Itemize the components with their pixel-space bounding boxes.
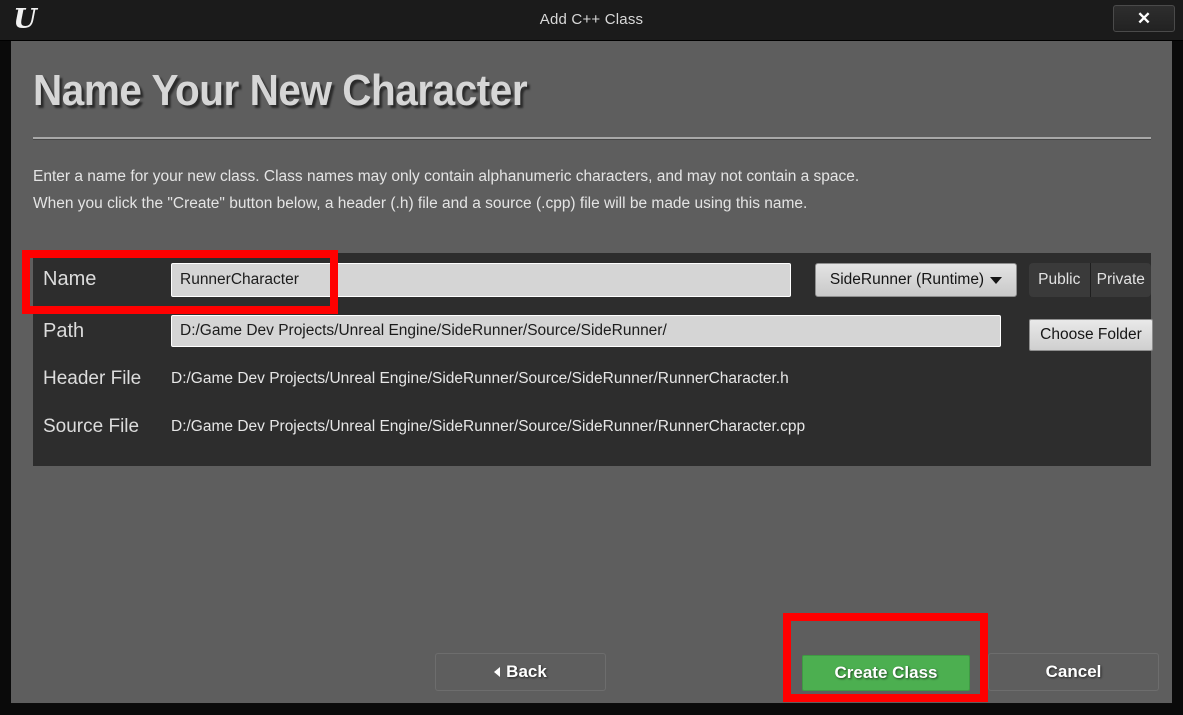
source-file-label: Source File [43, 416, 140, 437]
page-title: Name Your New Character [33, 66, 528, 115]
header-file-label: Header File [43, 368, 142, 389]
back-button-label: Back [506, 662, 547, 681]
description-line-2: When you click the "Create" button below… [33, 195, 808, 212]
class-form-panel: Name RunnerCharacter SideRunner (Runtime… [33, 253, 1153, 466]
access-public-button[interactable]: Public [1029, 263, 1090, 297]
header-file-row: Header File D:/Game Dev Projects/Unreal … [33, 356, 1151, 402]
path-label: Path [43, 319, 85, 342]
window-title: Add C++ Class [539, 11, 644, 28]
dialog-body: Name Your New Character Enter a name for… [11, 41, 1172, 704]
module-select-value: SideRunner (Runtime) [829, 271, 985, 288]
path-row: Path D:/Game Dev Projects/Unreal Engine/… [33, 308, 1153, 354]
access-private-button[interactable]: Private [1089, 263, 1152, 297]
header-file-value: D:/Game Dev Projects/Unreal Engine/SideR… [171, 370, 789, 387]
name-label: Name [43, 268, 97, 290]
source-file-value: D:/Game Dev Projects/Unreal Engine/SideR… [171, 418, 806, 435]
name-row: Name RunnerCharacter SideRunner (Runtime… [33, 253, 1151, 306]
source-file-row: Source File D:/Game Dev Projects/Unreal … [33, 404, 1151, 450]
create-class-button[interactable]: Create Class [802, 655, 970, 691]
title-separator [33, 137, 1151, 139]
cancel-button[interactable]: Cancel [988, 653, 1159, 691]
chevron-down-icon [990, 276, 1003, 284]
back-button[interactable]: Back [435, 653, 606, 691]
module-select[interactable]: SideRunner (Runtime) [815, 263, 1017, 297]
title-bar: U Add C++ Class ✕ [0, 0, 1183, 41]
chevron-left-icon [494, 667, 501, 677]
name-input[interactable]: RunnerCharacter [171, 262, 791, 297]
choose-folder-button[interactable]: Choose Folder [1029, 319, 1153, 351]
add-cpp-class-dialog: U Add C++ Class ✕ Name Your New Characte… [0, 0, 1183, 715]
path-input[interactable]: D:/Game Dev Projects/Unreal Engine/SideR… [171, 315, 1001, 347]
close-icon[interactable]: ✕ [1113, 5, 1175, 32]
access-toggle: Public Private [1029, 263, 1151, 297]
dialog-footer: Back Create Class Cancel [11, 631, 1172, 703]
description-line-1: Enter a name for your new class. Class n… [33, 168, 860, 185]
